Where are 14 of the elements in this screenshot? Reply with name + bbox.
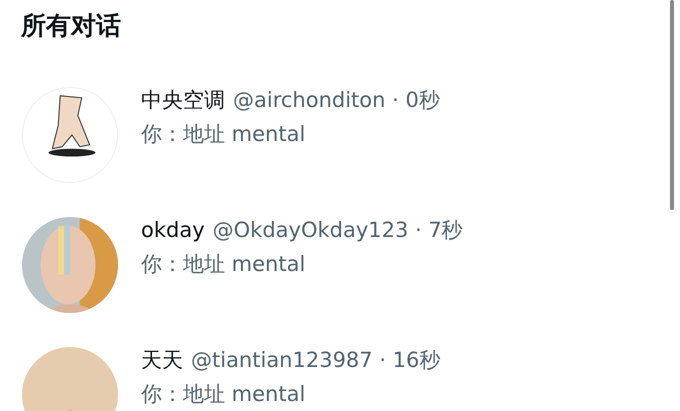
handle-and-time: @OkdayOkday123 · 7秒	[212, 217, 463, 244]
message-preview: 你：地址 mental	[141, 381, 306, 408]
handle-and-time: @airchonditon · 0秒	[233, 87, 440, 114]
conversation-item[interactable]: 天天 @tiantian123987 · 16秒 你：地址 mental	[21, 346, 680, 411]
conversation-item[interactable]: okday @OkdayOkday123 · 7秒 你：地址 mental	[21, 216, 680, 314]
contact-name: 天天	[141, 347, 183, 374]
contact-name: 中央空调	[141, 87, 225, 114]
scrollbar[interactable]	[670, 0, 674, 210]
page-title: 所有对话	[20, 10, 122, 42]
contact-name: okday	[141, 218, 205, 242]
message-preview: 你：地址 mental	[141, 121, 306, 148]
handle-and-time: @tiantian123987 · 16秒	[191, 347, 440, 374]
conversation-item[interactable]: 中央空调 @airchonditon · 0秒 你：地址 mental	[21, 86, 680, 184]
message-preview: 你：地址 mental	[141, 251, 306, 278]
